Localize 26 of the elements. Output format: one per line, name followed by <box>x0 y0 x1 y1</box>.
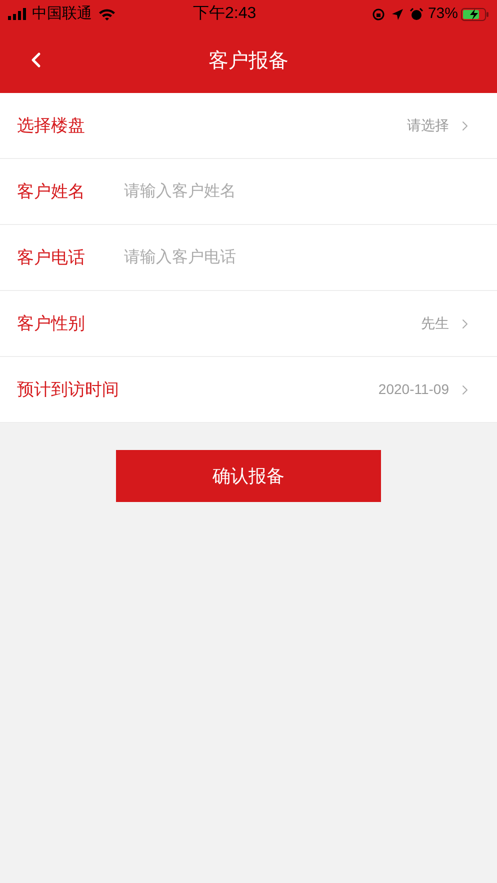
wifi-icon <box>98 8 116 20</box>
field-label: 客户性别 <box>17 312 85 335</box>
battery-charging-icon <box>461 8 489 20</box>
form-row[interactable]: 预计到访时间 2020-11-09 <box>0 357 497 423</box>
field-value: 先生 <box>421 314 449 333</box>
battery-percent: 73% <box>428 4 458 24</box>
form-row[interactable]: 客户性别 先生 <box>0 291 497 357</box>
carrier-name: 中国联通 <box>32 4 92 24</box>
alarm-icon <box>410 8 423 20</box>
location-arrow-icon <box>390 8 404 20</box>
input-field[interactable]: 请输入客户电话 <box>124 246 473 270</box>
field-label: 选择楼盘 <box>17 114 85 137</box>
form-row[interactable]: 选择楼盘 请选择 <box>0 93 497 159</box>
rotation-lock-icon <box>372 8 385 20</box>
confirm-button[interactable]: 确认报备 <box>116 450 381 502</box>
field-value: 2020-11-09 <box>378 380 449 399</box>
field-label: 客户电话 <box>17 246 86 269</box>
clock-time: 下午2:43 <box>193 4 256 24</box>
field-label: 预计到访时间 <box>17 378 119 401</box>
signal-icon <box>8 8 28 20</box>
form-row[interactable]: 客户姓名 请输入客户姓名 <box>0 159 497 225</box>
form-row[interactable]: 客户电话 请输入客户电话 <box>0 225 497 291</box>
input-field[interactable]: 请输入客户姓名 <box>124 180 473 204</box>
page-title: 客户报备 <box>208 48 288 74</box>
field-label: 客户姓名 <box>17 180 86 203</box>
field-value: 请选择 <box>407 116 449 135</box>
